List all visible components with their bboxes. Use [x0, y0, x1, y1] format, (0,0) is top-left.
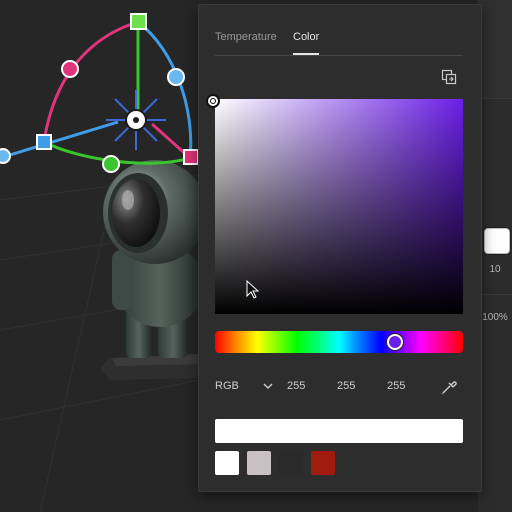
character-model[interactable] — [100, 160, 207, 380]
gizmo-x-handle — [36, 134, 52, 150]
tab-color[interactable]: Color — [293, 31, 320, 55]
properties-dock: 10 100% — [478, 0, 512, 512]
rotation-gizmo[interactable] — [0, 20, 193, 165]
swatch-dark-gray[interactable] — [279, 451, 303, 475]
opacity-value: 100% — [482, 312, 508, 323]
hex-color-input[interactable] — [215, 419, 463, 443]
color-format-select[interactable]: RGB — [215, 377, 277, 397]
color-picker-popover: Temperature Color RGB 255 255 255 — [198, 4, 482, 492]
gizmo-blue-handle — [167, 68, 185, 86]
blue-channel-input[interactable]: 255 — [387, 380, 427, 392]
swatch-red[interactable] — [311, 451, 335, 475]
red-channel-input[interactable]: 255 — [287, 380, 327, 392]
eyedropper-icon[interactable] — [439, 377, 459, 397]
gizmo-z-handle — [183, 149, 199, 165]
color-format-label: RGB — [215, 380, 239, 392]
gizmo-blue-left-handle — [0, 148, 11, 164]
gizmo-pink-handle — [61, 60, 79, 78]
picker-tabs: Temperature Color — [215, 31, 463, 56]
hue-slider-handle[interactable] — [386, 334, 403, 350]
color-values-row: RGB 255 255 255 — [215, 377, 463, 397]
intensity-value: 10 — [489, 264, 501, 275]
app-root: 10 100% Temperature Color RGB 255 255 25… — [0, 0, 512, 512]
dock-divider — [478, 294, 512, 295]
gizmo-green-handle — [102, 155, 120, 173]
hue-slider[interactable] — [215, 331, 463, 353]
chevron-down-icon — [263, 383, 273, 389]
gizmo-y-handle — [130, 13, 147, 30]
swatch-light-gray[interactable] — [247, 451, 271, 475]
mouse-cursor-icon — [246, 280, 260, 299]
light-color-swatch[interactable] — [484, 228, 510, 254]
dock-header — [478, 0, 512, 99]
tab-temperature[interactable]: Temperature — [215, 31, 277, 53]
color-mode-toggle-icon[interactable] — [441, 69, 457, 85]
color-area-handle[interactable] — [206, 94, 220, 108]
recent-swatches — [215, 451, 463, 475]
green-channel-input[interactable]: 255 — [337, 380, 377, 392]
swatch-white[interactable] — [215, 451, 239, 475]
